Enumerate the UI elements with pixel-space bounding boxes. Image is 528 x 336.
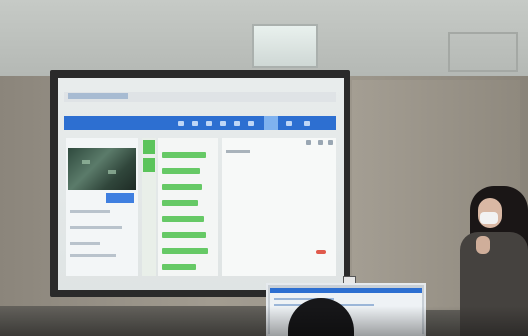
classroom-photo: [0, 0, 528, 336]
green-tab: [143, 158, 155, 172]
presenter-hand: [476, 236, 490, 254]
ceiling-light: [252, 24, 318, 68]
video-highlight: [108, 170, 116, 174]
nav-active-tab: [264, 116, 278, 130]
sidebar-line: [70, 242, 100, 245]
list-column: [158, 138, 218, 276]
projected-app-screen: [58, 78, 344, 290]
app-title-blur: [68, 93, 128, 99]
floor-shadow: [0, 306, 528, 336]
sidebar-button: [106, 193, 134, 203]
green-list-item: [162, 248, 208, 254]
nav-icon: [234, 121, 240, 126]
green-list-item: [162, 168, 200, 174]
toolbar-icon: [318, 140, 323, 145]
toolbar-icon: [328, 140, 333, 145]
sidebar-line: [70, 210, 110, 213]
green-list-item: [162, 152, 206, 158]
green-list-item: [162, 232, 206, 238]
green-list-item: [162, 264, 196, 270]
nav-icon: [248, 121, 254, 126]
red-badge: [316, 250, 326, 254]
ceiling-tile: [448, 32, 518, 72]
nav-icon: [304, 121, 310, 126]
sidebar-line: [70, 254, 116, 257]
sidebar-line: [70, 226, 122, 229]
nav-icon: [192, 121, 198, 126]
nav-icon: [220, 121, 226, 126]
toolbar-icon: [306, 140, 311, 145]
nav-icon: [206, 121, 212, 126]
face-mask: [480, 212, 498, 224]
main-text-blur: [226, 150, 250, 153]
video-thumbnail: [68, 148, 136, 190]
app-navigation-bar: [64, 116, 336, 130]
green-list-item: [162, 216, 204, 222]
green-tab: [143, 140, 155, 154]
green-list-item: [162, 200, 198, 206]
video-highlight: [82, 160, 90, 164]
green-list-item: [162, 184, 202, 190]
laptop-app-bar: [270, 288, 422, 293]
nav-icon: [286, 121, 292, 126]
main-content-area: [222, 138, 336, 276]
nav-icon: [178, 121, 184, 126]
